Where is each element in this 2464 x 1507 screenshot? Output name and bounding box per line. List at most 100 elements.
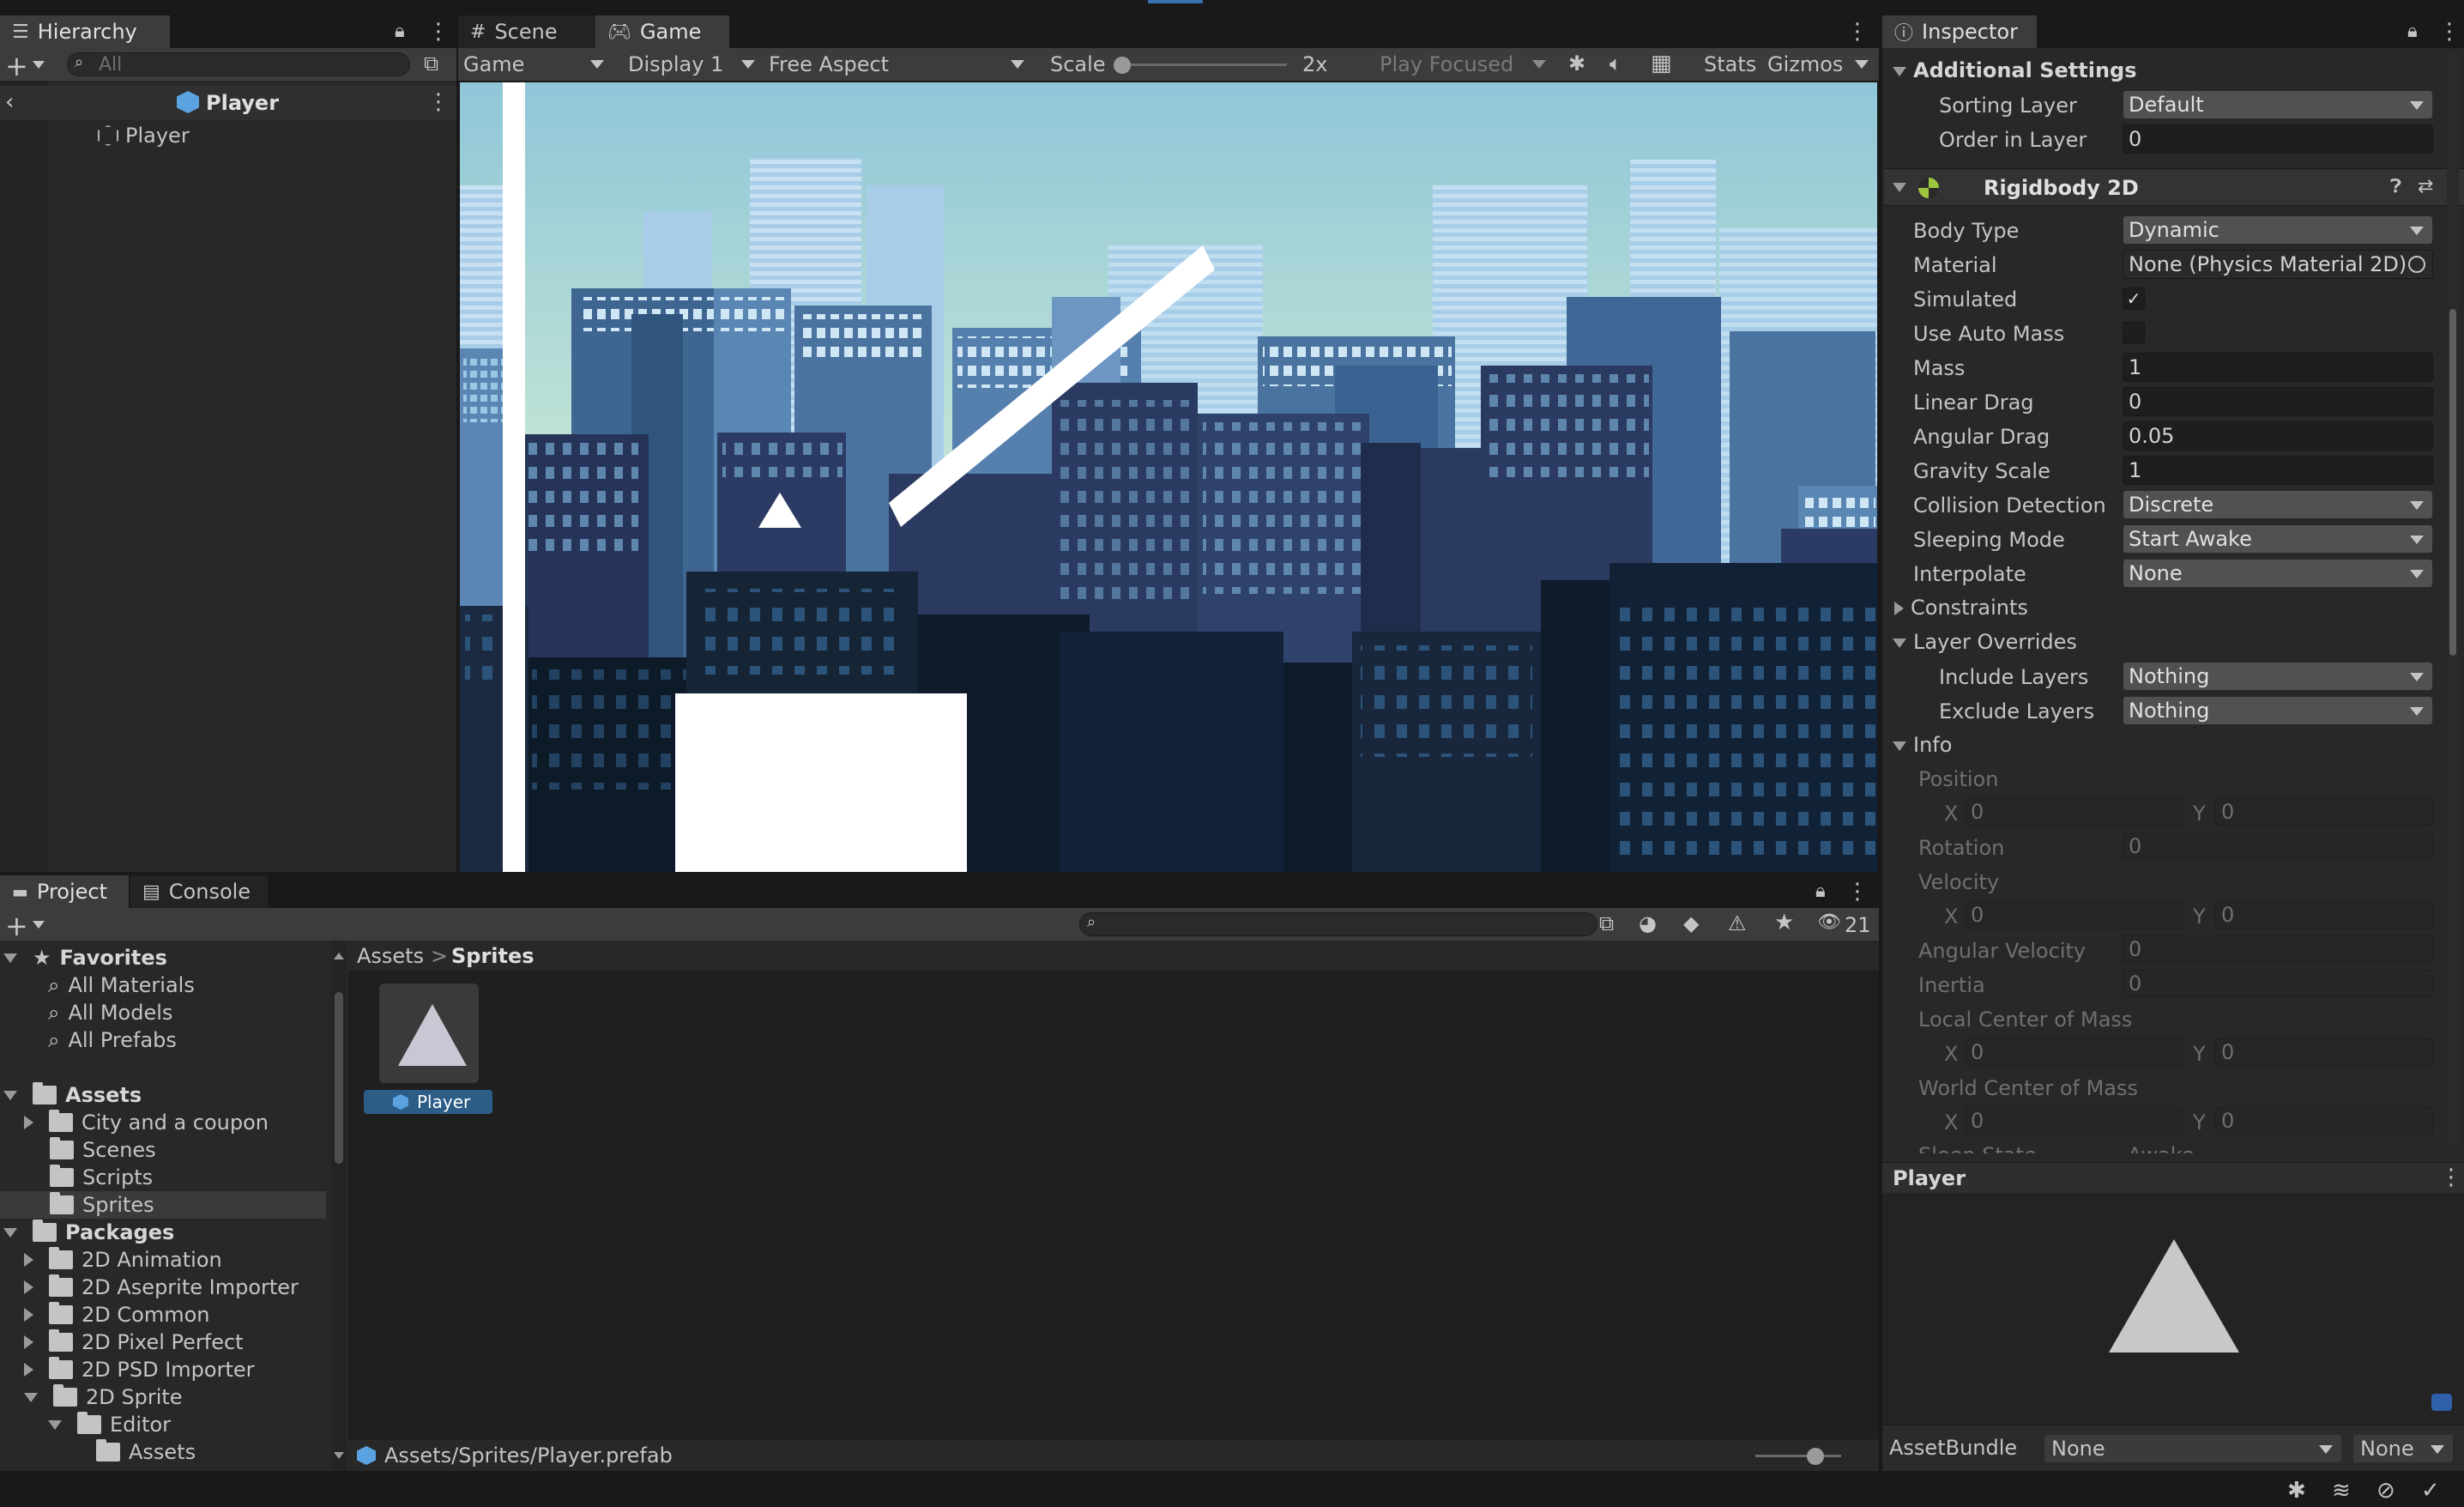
package-aseprite[interactable]: 2D Aseprite Importer [24,1274,299,1301]
project-search-input[interactable]: ⌕ [1079,912,1597,936]
check-icon[interactable]: ✓ [2421,1478,2440,1504]
favorite-all-models[interactable]: ⌕ All Models [48,999,172,1026]
stats-button[interactable]: Stats [1704,52,1756,76]
favorites-header[interactable]: ★ Favorites [3,944,167,971]
gameobject-cube-icon [98,125,118,146]
log-types-icon[interactable]: ⚠︎ [1728,911,1747,935]
lock-icon[interactable]: 🔒︎ [395,21,405,42]
tree-scroll-down-icon[interactable] [334,1452,344,1459]
breadcrumb-assets[interactable]: Assets [357,944,424,968]
ground-box-sprite[interactable] [675,693,967,872]
assets-fold-icon[interactable] [3,1090,17,1100]
grid-toggle-icon[interactable]: ▦ [1651,51,1672,76]
tab-console[interactable]: ▤ Console [130,875,268,908]
label-tag-icon[interactable] [2431,1394,2452,1411]
package-2d-sprite[interactable]: 2D Sprite [24,1383,183,1411]
inspector-kebab-icon[interactable]: ⋮ [2438,19,2461,45]
expand-icon[interactable] [24,1308,33,1322]
folder-scenes[interactable]: Scenes [50,1136,156,1164]
prefab-cube-icon [177,91,199,113]
favorite-star-icon[interactable]: ★ [1774,910,1794,935]
tab-inspector[interactable]: ⓘ Inspector [1882,15,2037,48]
collapse-icon[interactable] [48,1419,62,1430]
tree-scroll-up-icon[interactable] [334,953,344,959]
packages-fold-icon[interactable] [3,1227,17,1238]
expand-icon[interactable] [24,1253,33,1267]
expand-icon[interactable] [24,1363,33,1377]
scale-slider-track[interactable] [1119,64,1287,66]
assetbundle-variant-dropdown[interactable]: None [2352,1434,2454,1463]
tab-hierarchy[interactable]: ☰ Hierarchy [0,15,170,48]
header-kebab-icon[interactable]: ⋮ [427,89,450,115]
inspector-scroll-thumb[interactable] [2449,309,2456,656]
assetbundle-dropdown[interactable]: None [2044,1434,2342,1463]
project-tree-scrollbar[interactable] [331,941,347,1471]
scale-slider-handle[interactable] [1114,57,1131,74]
debug-bug-icon[interactable]: ✱ [1568,51,1585,76]
tree-scroll-thumb[interactable] [335,992,343,1164]
hierarchy-search-input[interactable]: ⌕ All [67,52,410,76]
hidden-packages-eye-icon[interactable]: 👁︎ [1817,911,1841,933]
package-pixel-perfect-label: 2D Pixel Perfect [82,1330,244,1354]
tab-project[interactable]: ▬ Project [0,875,129,908]
project-add-icon[interactable]: + [5,910,28,942]
tab-inspector-label: Inspector [1922,20,2018,44]
favorite-all-materials[interactable]: ⌕ All Materials [48,971,195,999]
cache-server-icon[interactable]: ≋ [2332,1478,2351,1504]
package-2d-common[interactable]: 2D Common [24,1301,209,1328]
icon-size-slider-handle[interactable] [1807,1448,1824,1465]
expand-icon[interactable] [24,1280,33,1294]
folder-city-expand-icon[interactable] [24,1116,33,1129]
display-dropdown[interactable]: Display 1 [623,50,764,79]
collapse-icon[interactable] [24,1392,38,1402]
tab-scene[interactable]: # Scene [458,15,595,48]
expand-icon[interactable] [24,1335,33,1349]
package-psd-importer-label: 2D PSD Importer [82,1358,255,1382]
package-psd-importer[interactable]: 2D PSD Importer [24,1356,254,1383]
project-add-arrow-icon[interactable] [33,921,45,929]
hierarchy-item-player[interactable]: Player [48,120,456,151]
assets-header[interactable]: Assets [3,1081,142,1109]
package-2d-animation[interactable]: 2D Animation [24,1246,222,1274]
play-focused-dropdown[interactable]: Play Focused [1374,50,1555,79]
asset-player[interactable]: Player [364,983,492,1121]
scale-value: 2x [1302,52,1328,76]
add-icon[interactable]: + [5,50,28,82]
game-mode-dropdown[interactable]: Game [458,50,613,79]
filter-by-label-icon[interactable]: ◆ [1683,911,1699,935]
search-by-scene-icon[interactable]: ⧉ [1599,911,1614,935]
packages-header[interactable]: Packages [3,1219,174,1246]
inspector-lock-icon[interactable]: 🔒︎ [2407,21,2418,42]
kebab-menu-icon[interactable]: ⋮ [427,19,450,45]
folder-scripts[interactable]: Scripts [50,1164,153,1191]
favorite-all-prefabs[interactable]: ⌕ All Prefabs [48,1026,177,1054]
scene-search-icon[interactable]: ⧉ [424,51,438,76]
icon-size-slider-track[interactable] [1755,1455,1841,1457]
filter-by-type-icon[interactable]: ◕ [1639,911,1657,935]
folder-editor-assets[interactable]: Assets [96,1438,196,1466]
gizmos-dropdown-arrow-icon[interactable] [1855,60,1869,69]
folder-city[interactable]: City and a coupon [24,1109,269,1136]
preview-kebab-icon[interactable]: ⋮ [2440,1165,2462,1190]
gizmos-button[interactable]: Gizmos [1767,52,1843,76]
add-dropdown-arrow-icon[interactable] [33,61,45,69]
back-chevron-icon[interactable]: ‹ [5,89,14,115]
audio-icon[interactable]: 🔈︎ [1609,51,1622,76]
debug-mode-icon[interactable]: ✱ [2287,1478,2306,1504]
aspect-dropdown[interactable]: Free Aspect [764,50,1033,79]
tab-scene-label: Scene [494,20,558,44]
project-lock-icon[interactable]: 🔒︎ [1815,881,1826,902]
package-pixel-perfect[interactable]: 2D Pixel Perfect [24,1328,244,1356]
folder-editor[interactable]: Editor [48,1411,171,1438]
inspector-scrollbar[interactable] [2447,51,2459,1150]
network-icon[interactable]: ⊘ [2376,1478,2395,1504]
project-kebab-icon[interactable]: ⋮ [1846,879,1869,905]
tab-game[interactable]: 🎮︎ Game [595,15,729,48]
left-wall-sprite[interactable] [503,82,525,872]
breadcrumb-sprites[interactable]: Sprites [451,944,534,968]
tab-console-label: Console [168,880,251,904]
game-viewport[interactable] [460,82,1877,872]
folder-sprites[interactable]: Sprites [50,1191,154,1219]
favorites-fold-icon[interactable] [3,953,17,963]
game-kebab-icon[interactable]: ⋮ [1846,19,1869,45]
